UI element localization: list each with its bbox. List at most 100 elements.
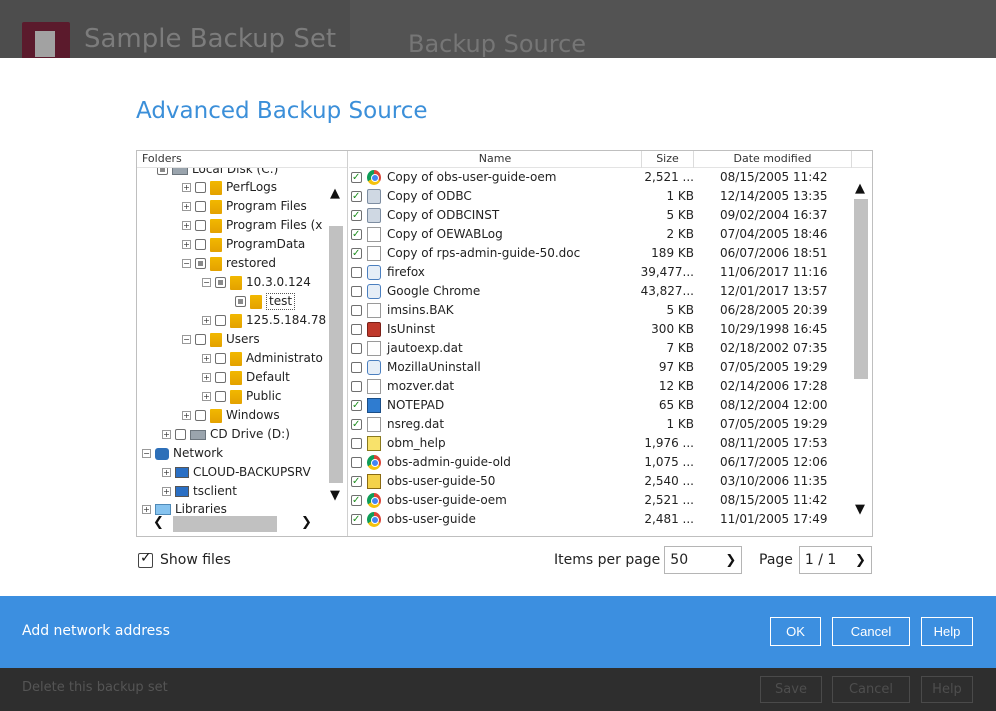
tree-item-windows[interactable]: + Windows (182, 406, 280, 425)
file-checkbox[interactable] (351, 187, 362, 206)
expand-plus-icon[interactable]: + (182, 240, 191, 249)
tree-checkbox[interactable] (195, 258, 206, 269)
cancel-button[interactable]: Cancel (832, 617, 910, 646)
scroll-right-icon[interactable]: ❯ (301, 515, 312, 530)
tree-checkbox[interactable] (195, 239, 206, 250)
tree-item-program-files-x86[interactable]: + Program Files (x (182, 216, 322, 235)
items-per-page-select[interactable]: 50 ❯ (664, 546, 743, 574)
file-checkbox[interactable] (351, 491, 362, 510)
tree-item-perflogs[interactable]: + PerfLogs (182, 178, 277, 197)
file-checkbox[interactable] (351, 438, 362, 449)
tree-item-programdata[interactable]: + ProgramData (182, 235, 305, 254)
tree-item-10-3-0-124[interactable]: − 10.3.0.124 (202, 273, 311, 292)
tree-checkbox[interactable] (195, 410, 206, 421)
scroll-left-icon[interactable]: ❮ (153, 515, 164, 530)
file-row[interactable]: Copy of obs-user-guide-oem 2,521 ... 08/15… (349, 168, 849, 187)
file-row[interactable]: mozver.dat 12 KB 02/14/2006 17:28 (349, 377, 849, 396)
tree-checkbox[interactable] (215, 391, 226, 402)
tree-checkbox[interactable] (175, 429, 186, 440)
show-files-checkbox[interactable] (138, 550, 153, 568)
scrollbar-thumb[interactable] (173, 516, 277, 532)
file-row[interactable]: imsins.BAK 5 KB 06/28/2005 20:39 (349, 301, 849, 320)
tree-checkbox[interactable] (215, 315, 226, 326)
tree-item-default[interactable]: + Default (202, 368, 290, 387)
file-list-vertical-scrollbar[interactable]: ▲ ▼ (853, 168, 870, 534)
file-checkbox[interactable] (351, 472, 362, 491)
file-row[interactable]: NOTEPAD 65 KB 08/12/2004 12:00 (349, 396, 849, 415)
expand-plus-icon[interactable]: + (182, 183, 191, 192)
scroll-down-icon[interactable]: ▼ (855, 502, 865, 517)
collapse-minus-icon[interactable]: − (182, 335, 191, 344)
add-network-address-link[interactable]: Add network address (22, 623, 170, 639)
file-row[interactable]: Copy of rps-admin-guide-50.doc 189 KB 06/0… (349, 244, 849, 263)
expand-plus-icon[interactable]: + (202, 373, 211, 382)
folder-tree-vertical-scrollbar[interactable]: ▲ ▼ (328, 168, 345, 511)
show-files-toggle[interactable]: Show files (138, 550, 231, 568)
tree-item-cloud-backupsrv[interactable]: + CLOUD-BACKUPSRV (162, 463, 311, 482)
expand-plus-icon[interactable]: + (182, 411, 191, 420)
scrollbar-thumb[interactable] (329, 226, 343, 483)
file-row[interactable]: nsreg.dat 1 KB 07/05/2005 19:29 (349, 415, 849, 434)
file-row[interactable]: obs-user-guide-50 2,540 ... 03/10/2006 11:… (349, 472, 849, 491)
file-row[interactable]: obs-admin-guide-old 1,075 ... 06/17/2005 1… (349, 453, 849, 472)
file-checkbox[interactable] (351, 381, 362, 392)
file-row[interactable]: Copy of ODBC 1 KB 12/14/2005 13:35 (349, 187, 849, 206)
file-row[interactable]: Copy of ODBCINST 5 KB 09/02/2004 16:37 (349, 206, 849, 225)
tree-item-network[interactable]: − Network (142, 444, 223, 463)
file-checkbox[interactable] (351, 244, 362, 263)
tree-checkbox[interactable] (235, 296, 246, 307)
file-checkbox[interactable] (351, 362, 362, 373)
file-row[interactable]: Google Chrome 43,827... 12/01/2017 13:57 (349, 282, 849, 301)
tree-checkbox[interactable] (215, 353, 226, 364)
file-checkbox[interactable] (351, 415, 362, 434)
scrollbar-thumb[interactable] (854, 199, 868, 379)
tree-item-tsclient[interactable]: + tsclient (162, 482, 237, 501)
file-checkbox[interactable] (351, 510, 362, 529)
column-header-size[interactable]: Size (642, 151, 694, 168)
tree-item-test[interactable]: test (235, 292, 296, 311)
file-checkbox[interactable] (351, 286, 362, 297)
tree-checkbox[interactable] (195, 220, 206, 231)
collapse-minus-icon[interactable]: − (182, 259, 191, 268)
expand-plus-icon[interactable]: + (182, 221, 191, 230)
expand-plus-icon[interactable]: + (162, 430, 171, 439)
expand-plus-icon[interactable]: + (202, 316, 211, 325)
file-row[interactable]: jautoexp.dat 7 KB 02/18/2002 07:35 (349, 339, 849, 358)
file-row[interactable]: Copy of OEWABLog 2 KB 07/04/2005 18:46 (349, 225, 849, 244)
folder-tree-horizontal-scrollbar[interactable]: ❮ ❯ (137, 513, 327, 535)
file-checkbox[interactable] (351, 267, 362, 278)
expand-plus-icon[interactable]: + (202, 392, 211, 401)
scroll-up-icon[interactable]: ▲ (330, 186, 340, 201)
file-row[interactable]: firefox 39,477... 11/06/2017 11:16 (349, 263, 849, 282)
column-header-date[interactable]: Date modified (694, 151, 852, 168)
file-checkbox[interactable] (351, 168, 362, 187)
file-checkbox[interactable] (351, 457, 362, 468)
file-checkbox[interactable] (351, 396, 362, 415)
file-checkbox[interactable] (351, 225, 362, 244)
tree-item-program-files[interactable]: + Program Files (182, 197, 307, 216)
tree-checkbox[interactable] (215, 277, 226, 288)
expand-plus-icon[interactable]: + (202, 354, 211, 363)
expand-plus-icon[interactable]: + (162, 487, 171, 496)
tree-checkbox[interactable] (195, 201, 206, 212)
scroll-down-icon[interactable]: ▼ (330, 488, 340, 503)
collapse-minus-icon[interactable]: − (202, 278, 211, 287)
file-checkbox[interactable] (351, 343, 362, 354)
file-checkbox[interactable] (351, 206, 362, 225)
file-checkbox[interactable] (351, 305, 362, 316)
tree-item-administrator[interactable]: + Administrato (202, 349, 323, 368)
tree-item-restored[interactable]: − restored (182, 254, 276, 273)
tree-item-users[interactable]: − Users (182, 330, 260, 349)
page-select[interactable]: 1 / 1 ❯ (798, 546, 872, 574)
file-row[interactable]: obs-user-guide-oem 2,521 ... 08/15/2005 11… (349, 491, 849, 510)
tree-item-125-5-184-78[interactable]: +125.5.184.78 (202, 311, 326, 330)
file-row[interactable]: obm_help 1,976 ... 08/11/2005 17:53 (349, 434, 849, 453)
tree-checkbox[interactable] (195, 334, 206, 345)
file-row[interactable]: MozillaUninstall 97 KB 07/05/2005 19:29 (349, 358, 849, 377)
expand-plus-icon[interactable]: + (182, 202, 191, 211)
tree-checkbox[interactable] (215, 372, 226, 383)
column-header-name[interactable]: Name (349, 151, 642, 168)
tree-item-public[interactable]: + Public (202, 387, 282, 406)
file-row[interactable]: obs-user-guide 2,481 ... 11/01/2005 17:49 (349, 510, 849, 529)
tree-item-cd-drive[interactable]: + CD Drive (D:) (162, 425, 290, 444)
